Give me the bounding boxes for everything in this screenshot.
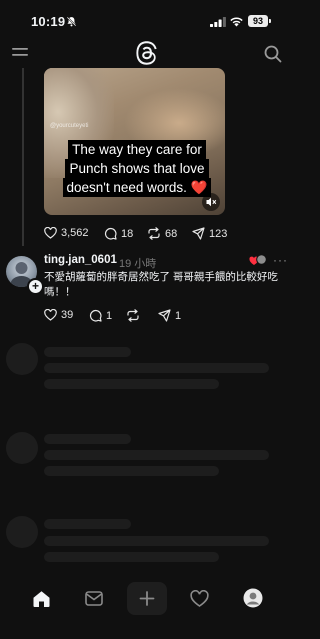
- share-count: 123: [209, 227, 228, 240]
- comment-icon: [104, 227, 117, 240]
- threads-logo-icon[interactable]: [136, 41, 158, 65]
- reply-time: 19 小時: [119, 258, 157, 270]
- skeleton-avatar: [6, 432, 38, 464]
- like-count: 3,562: [61, 227, 89, 239]
- video-caption: The way they care for Punch shows that l…: [52, 140, 222, 197]
- plus-icon: [139, 591, 155, 606]
- caption-line: doesn't need words. ❤️: [62, 178, 212, 197]
- heart-icon: [44, 227, 57, 239]
- search-icon[interactable]: [264, 45, 282, 63]
- skeleton-line: [44, 519, 131, 529]
- skeleton-line: [44, 536, 269, 546]
- status-time: 10:19: [31, 14, 66, 29]
- like-button[interactable]: 3,562: [44, 227, 89, 239]
- repost-count: 68: [165, 227, 178, 240]
- skeleton-avatar: [6, 516, 38, 548]
- follow-plus-icon[interactable]: +: [27, 278, 44, 295]
- skeleton-line: [44, 434, 131, 444]
- reply-share-count: 1: [175, 309, 182, 322]
- video-watermark: @yourcuteyeti: [50, 123, 89, 129]
- inbox-icon[interactable]: [85, 591, 103, 606]
- activity-heart-icon[interactable]: [190, 590, 209, 607]
- reply-like-count: 39: [61, 309, 74, 321]
- repost-icon: [127, 309, 139, 322]
- home-icon[interactable]: [32, 590, 51, 608]
- caption-line: The way they care for: [68, 140, 206, 159]
- battery-tip: [269, 19, 271, 23]
- skeleton-line: [44, 466, 219, 476]
- repost-button[interactable]: 68: [147, 227, 177, 240]
- reply-share-button[interactable]: 1: [158, 309, 181, 322]
- reply-like-button[interactable]: 39: [44, 309, 73, 321]
- speaker-muted-icon[interactable]: [202, 193, 220, 211]
- signal-icon: [210, 17, 226, 27]
- comment-count: 18: [121, 227, 134, 240]
- compose-button[interactable]: [127, 582, 167, 615]
- comment-button[interactable]: 18: [104, 227, 133, 240]
- share-button[interactable]: 123: [192, 227, 227, 240]
- bell-slash-icon: [66, 16, 77, 27]
- battery-icon: 93: [248, 15, 268, 27]
- skeleton-line: [44, 552, 219, 562]
- reply-username[interactable]: ting.jan_0601: [44, 254, 117, 266]
- menu-icon[interactable]: [12, 46, 28, 58]
- more-options-icon[interactable]: ···: [273, 253, 288, 267]
- thread-connector-line: [22, 68, 24, 246]
- send-icon: [192, 227, 205, 240]
- send-icon: [158, 309, 171, 322]
- skeleton-line: [44, 363, 269, 373]
- skeleton-avatar: [6, 343, 38, 375]
- wifi-icon: [230, 17, 243, 27]
- skeleton-line: [44, 379, 219, 389]
- reply-comment-count: 1: [106, 309, 113, 322]
- reply-comment-button[interactable]: 1: [89, 309, 112, 322]
- reply-text: 不愛胡蘿蔔的胖奇居然吃了 哥哥親手餵的比較好吃嗎！！: [44, 271, 278, 298]
- skeleton-line: [44, 347, 131, 357]
- repost-icon: [148, 227, 160, 240]
- reply-repost-button[interactable]: [126, 309, 144, 322]
- post-video[interactable]: @yourcuteyeti The way they care for Punc…: [44, 68, 225, 215]
- liked-by-author-icon: [249, 254, 267, 265]
- comment-icon: [89, 309, 102, 322]
- profile-avatar-icon[interactable]: [243, 588, 263, 608]
- skeleton-line: [44, 450, 269, 460]
- caption-line: Punch shows that love: [65, 159, 209, 178]
- heart-icon: [44, 309, 57, 321]
